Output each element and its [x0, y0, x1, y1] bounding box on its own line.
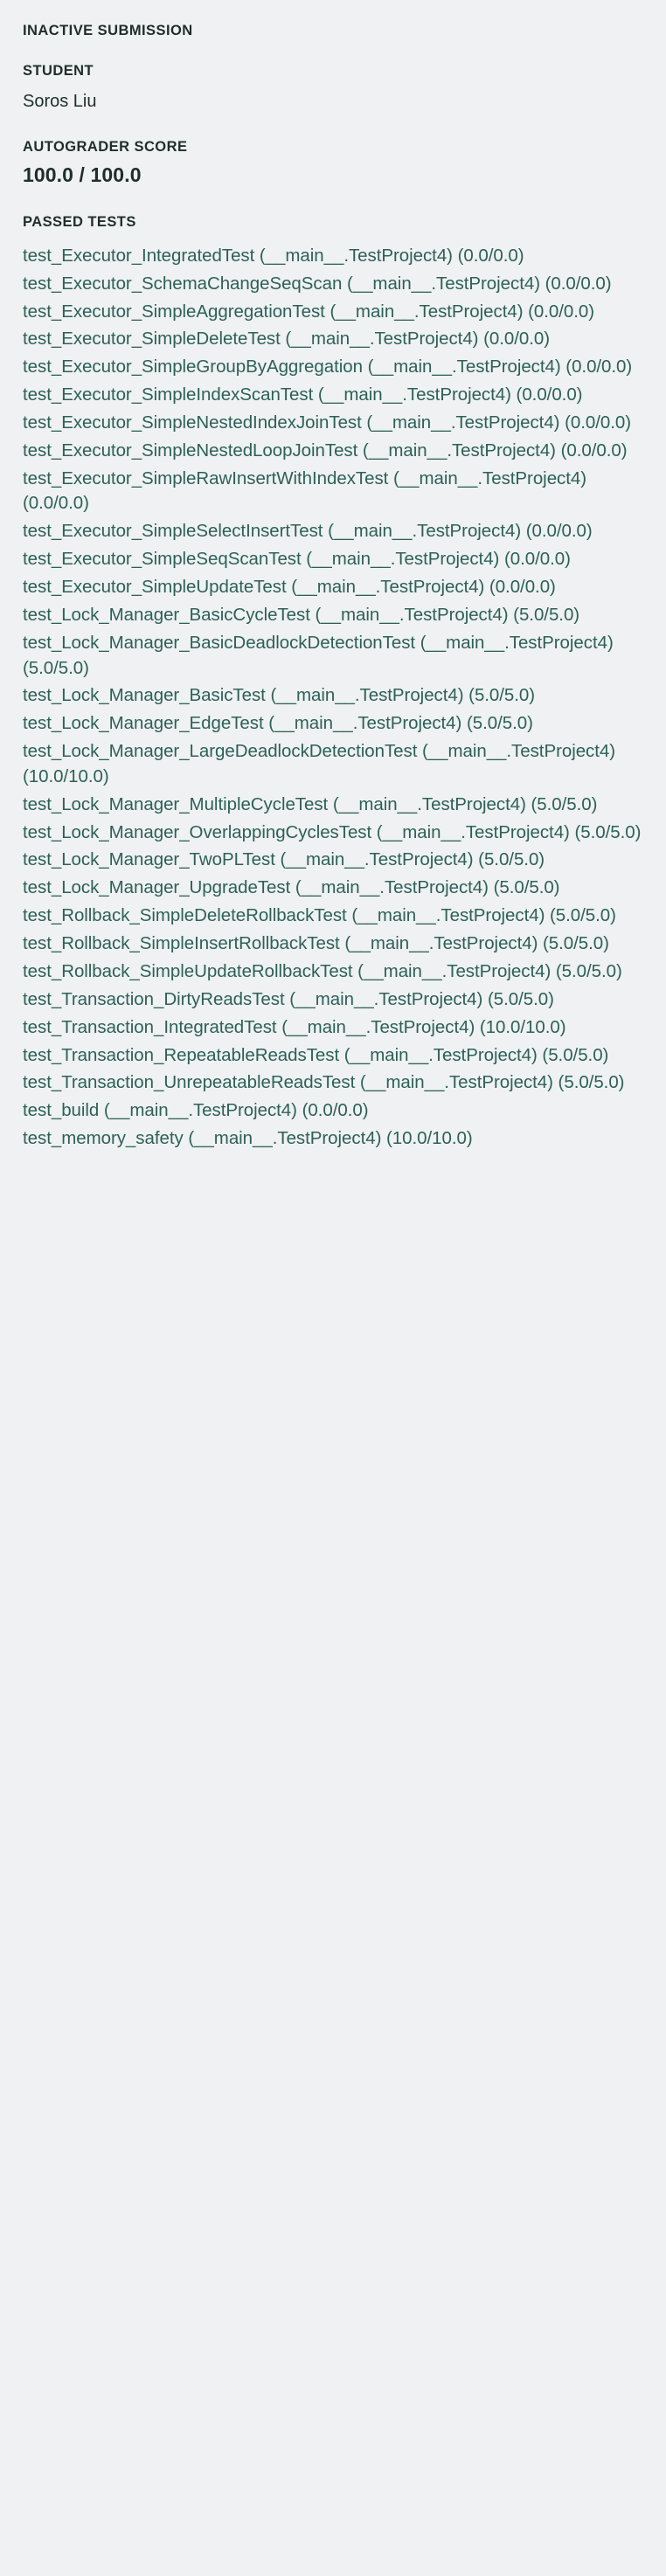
- list-item: test_build (__main__.TestProject4) (0.0/…: [23, 1098, 643, 1126]
- list-item: test_Lock_Manager_UpgradeTest (__main__.…: [23, 876, 643, 904]
- passed-test-link[interactable]: test_Lock_Manager_EdgeTest (__main__.Tes…: [23, 711, 643, 739]
- passed-test-link[interactable]: test_Executor_SimpleNestedIndexJoinTest …: [23, 411, 643, 439]
- list-item: test_Transaction_IntegratedTest (__main_…: [23, 1015, 643, 1043]
- list-item: test_Rollback_SimpleUpdateRollbackTest (…: [23, 959, 643, 987]
- list-item: test_Executor_SimpleNestedIndexJoinTest …: [23, 411, 643, 439]
- submission-status-block: INACTIVE SUBMISSION: [23, 23, 643, 40]
- list-item: test_Executor_SimpleSelectInsertTest (__…: [23, 519, 643, 547]
- list-item: test_Lock_Manager_EdgeTest (__main__.Tes…: [23, 711, 643, 739]
- passed-test-link[interactable]: test_Transaction_IntegratedTest (__main_…: [23, 1015, 643, 1043]
- passed-test-link[interactable]: test_Lock_Manager_TwoPLTest (__main__.Te…: [23, 848, 643, 876]
- passed-test-link[interactable]: test_Lock_Manager_MultipleCycleTest (__m…: [23, 793, 643, 821]
- list-item: test_memory_safety (__main__.TestProject…: [23, 1126, 643, 1154]
- passed-test-link[interactable]: test_Rollback_SimpleInsertRollbackTest (…: [23, 931, 643, 959]
- list-item: test_Lock_Manager_BasicCycleTest (__main…: [23, 603, 643, 631]
- student-name: Soros Liu: [23, 91, 97, 111]
- submission-status-label: INACTIVE SUBMISSION: [23, 23, 193, 38]
- submission-summary-panel: INACTIVE SUBMISSION STUDENT Soros Liu AU…: [0, 0, 666, 2576]
- list-item: test_Transaction_DirtyReadsTest (__main_…: [23, 987, 643, 1015]
- passed-test-link[interactable]: test_build (__main__.TestProject4) (0.0/…: [23, 1098, 643, 1126]
- list-item: test_Lock_Manager_OverlappingCyclesTest …: [23, 821, 643, 848]
- list-item: test_Executor_SimpleRawInsertWithIndexTe…: [23, 467, 643, 520]
- passed-test-link[interactable]: test_Executor_SimpleAggregationTest (__m…: [23, 300, 643, 328]
- passed-test-link[interactable]: test_Executor_SimpleUpdateTest (__main__…: [23, 575, 643, 603]
- passed-tests-label: PASSED TESTS: [23, 213, 136, 230]
- student-label: STUDENT: [23, 62, 94, 79]
- list-item: test_Executor_SimpleGroupByAggregation (…: [23, 355, 643, 383]
- autograder-score-block: AUTOGRADER SCORE 100.0 / 100.0: [23, 139, 643, 188]
- list-item: test_Lock_Manager_BasicDeadlockDetection…: [23, 631, 643, 684]
- list-item: test_Executor_SimpleDeleteTest (__main__…: [23, 327, 643, 355]
- list-item: test_Executor_SchemaChangeSeqScan (__mai…: [23, 272, 643, 300]
- list-item: test_Transaction_RepeatableReadsTest (__…: [23, 1043, 643, 1071]
- list-item: test_Lock_Manager_BasicTest (__main__.Te…: [23, 683, 643, 711]
- list-item: test_Rollback_SimpleInsertRollbackTest (…: [23, 931, 643, 959]
- passed-test-link[interactable]: test_Executor_SimpleSeqScanTest (__main_…: [23, 547, 643, 575]
- passed-test-link[interactable]: test_Executor_SimpleIndexScanTest (__mai…: [23, 383, 643, 411]
- passed-test-link[interactable]: test_Executor_SimpleRawInsertWithIndexTe…: [23, 467, 643, 520]
- passed-test-link[interactable]: test_Executor_IntegratedTest (__main__.T…: [23, 244, 643, 272]
- passed-test-link[interactable]: test_Rollback_SimpleUpdateRollbackTest (…: [23, 959, 643, 987]
- student-block: STUDENT Soros Liu: [23, 63, 643, 113]
- list-item: test_Lock_Manager_MultipleCycleTest (__m…: [23, 793, 643, 821]
- passed-test-link[interactable]: test_Transaction_UnrepeatableReadsTest (…: [23, 1070, 643, 1098]
- list-item: test_Executor_SimpleNestedLoopJoinTest (…: [23, 439, 643, 467]
- list-item: test_Executor_SimpleIndexScanTest (__mai…: [23, 383, 643, 411]
- passed-test-link[interactable]: test_Lock_Manager_UpgradeTest (__main__.…: [23, 876, 643, 904]
- list-item: test_Executor_SimpleAggregationTest (__m…: [23, 300, 643, 328]
- passed-test-link[interactable]: test_Lock_Manager_BasicDeadlockDetection…: [23, 631, 643, 684]
- passed-test-link[interactable]: test_Lock_Manager_OverlappingCyclesTest …: [23, 821, 643, 848]
- passed-tests-block: PASSED TESTS test_Executor_IntegratedTes…: [23, 214, 643, 1154]
- passed-test-link[interactable]: test_Executor_SchemaChangeSeqScan (__mai…: [23, 272, 643, 300]
- passed-test-link[interactable]: test_Executor_SimpleGroupByAggregation (…: [23, 355, 643, 383]
- passed-test-link[interactable]: test_Lock_Manager_BasicTest (__main__.Te…: [23, 683, 643, 711]
- passed-test-link[interactable]: test_Lock_Manager_LargeDeadlockDetection…: [23, 739, 643, 793]
- passed-test-link[interactable]: test_Executor_SimpleNestedLoopJoinTest (…: [23, 439, 643, 467]
- list-item: test_Lock_Manager_TwoPLTest (__main__.Te…: [23, 848, 643, 876]
- list-item: test_Transaction_UnrepeatableReadsTest (…: [23, 1070, 643, 1098]
- list-item: test_Executor_SimpleUpdateTest (__main__…: [23, 575, 643, 603]
- passed-test-link[interactable]: test_Transaction_RepeatableReadsTest (__…: [23, 1043, 643, 1071]
- list-item: test_Lock_Manager_LargeDeadlockDetection…: [23, 739, 643, 793]
- list-item: test_Executor_SimpleSeqScanTest (__main_…: [23, 547, 643, 575]
- passed-test-link[interactable]: test_Lock_Manager_BasicCycleTest (__main…: [23, 603, 643, 631]
- list-item: test_Executor_IntegratedTest (__main__.T…: [23, 244, 643, 272]
- autograder-score-value: 100.0 / 100.0: [23, 163, 142, 187]
- passed-test-link[interactable]: test_Rollback_SimpleDeleteRollbackTest (…: [23, 904, 643, 931]
- passed-test-link[interactable]: test_Executor_SimpleDeleteTest (__main__…: [23, 327, 643, 355]
- passed-tests-list: test_Executor_IntegratedTest (__main__.T…: [23, 244, 643, 1154]
- passed-test-link[interactable]: test_memory_safety (__main__.TestProject…: [23, 1126, 643, 1154]
- passed-test-link[interactable]: test_Transaction_DirtyReadsTest (__main_…: [23, 987, 643, 1015]
- autograder-score-label: AUTOGRADER SCORE: [23, 138, 188, 155]
- list-item: test_Rollback_SimpleDeleteRollbackTest (…: [23, 904, 643, 931]
- passed-test-link[interactable]: test_Executor_SimpleSelectInsertTest (__…: [23, 519, 643, 547]
